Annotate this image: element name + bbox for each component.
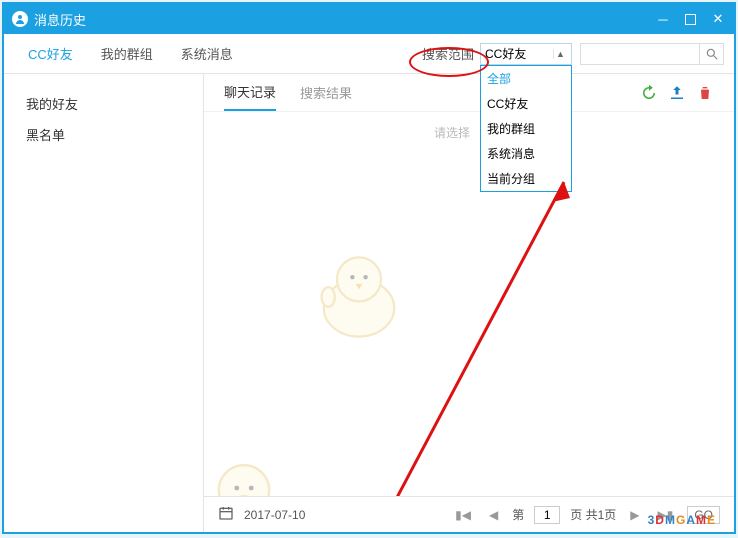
dropdown-item-system-messages[interactable]: 系统消息 (481, 141, 571, 166)
export-icon (668, 84, 686, 102)
page-prev-button[interactable]: ◀ (485, 508, 502, 522)
calendar-icon[interactable] (218, 505, 234, 524)
top-tabs: CC好友 我的群组 系统消息 搜索范围 CC好友 ▲ 全部 CC好友 我的群组 … (4, 34, 734, 74)
footer-date[interactable]: 2017-07-10 (244, 508, 441, 522)
search-scope-dropdown[interactable]: CC好友 ▲ 全部 CC好友 我的群组 系统消息 当前分组 (480, 43, 572, 65)
dropdown-item-my-groups[interactable]: 我的群组 (481, 116, 571, 141)
delete-button[interactable] (696, 84, 714, 102)
page-go-button[interactable]: GO (687, 506, 720, 524)
export-button[interactable] (668, 84, 686, 102)
page-label-prefix: 第 (512, 506, 524, 523)
page-label-suffix: 页 共1页 (570, 506, 616, 523)
page-last-button[interactable]: ▶▮ (653, 508, 677, 522)
minimize-button[interactable]: ─ (655, 12, 671, 27)
title-bar: 消息历史 ─ ✕ (4, 4, 734, 34)
refresh-icon (640, 84, 658, 102)
search-icon (705, 47, 719, 61)
mascot-icon (304, 242, 414, 352)
refresh-button[interactable] (640, 84, 658, 102)
sub-tabs: 聊天记录 搜索结果 (204, 74, 734, 112)
content-placeholder: 请选择 (434, 124, 470, 141)
tab-my-groups[interactable]: 我的群组 (87, 34, 167, 74)
sidebar-item-my-friends[interactable]: 我的好友 (4, 88, 203, 119)
search-scope-label: 搜索范围 (422, 44, 480, 63)
chevron-up-icon: ▲ (553, 49, 567, 59)
content-area: 请选择 (204, 112, 734, 496)
dropdown-item-cc-friends[interactable]: CC好友 (481, 91, 571, 116)
mascot-icon (204, 452, 304, 496)
page-first-button[interactable]: ▮◀ (451, 508, 475, 522)
tab-system-messages[interactable]: 系统消息 (167, 34, 247, 74)
close-button[interactable]: ✕ (710, 11, 726, 27)
sidebar: 我的好友 黑名单 (4, 74, 204, 532)
subtab-chat-log[interactable]: 聊天记录 (224, 74, 276, 111)
trash-icon (697, 85, 713, 101)
page-next-button[interactable]: ▶ (626, 508, 643, 522)
subtab-search-results[interactable]: 搜索结果 (300, 75, 352, 110)
dropdown-item-current-group[interactable]: 当前分组 (481, 166, 571, 191)
sidebar-item-blacklist[interactable]: 黑名单 (4, 119, 203, 150)
footer-bar: 2017-07-10 ▮◀ ◀ 第 页 共1页 ▶ ▶▮ GO (204, 496, 734, 532)
page-number-input[interactable] (534, 506, 560, 524)
dropdown-item-all[interactable]: 全部 (481, 66, 571, 91)
app-logo-icon (12, 11, 28, 27)
dropdown-panel: 全部 CC好友 我的群组 系统消息 当前分组 (480, 65, 572, 192)
maximize-button[interactable] (685, 14, 696, 25)
tab-cc-friends[interactable]: CC好友 (14, 34, 87, 74)
window-title: 消息历史 (34, 10, 655, 29)
dropdown-selected: CC好友 (485, 45, 553, 62)
search-input[interactable] (580, 43, 700, 65)
search-button[interactable] (700, 43, 724, 65)
